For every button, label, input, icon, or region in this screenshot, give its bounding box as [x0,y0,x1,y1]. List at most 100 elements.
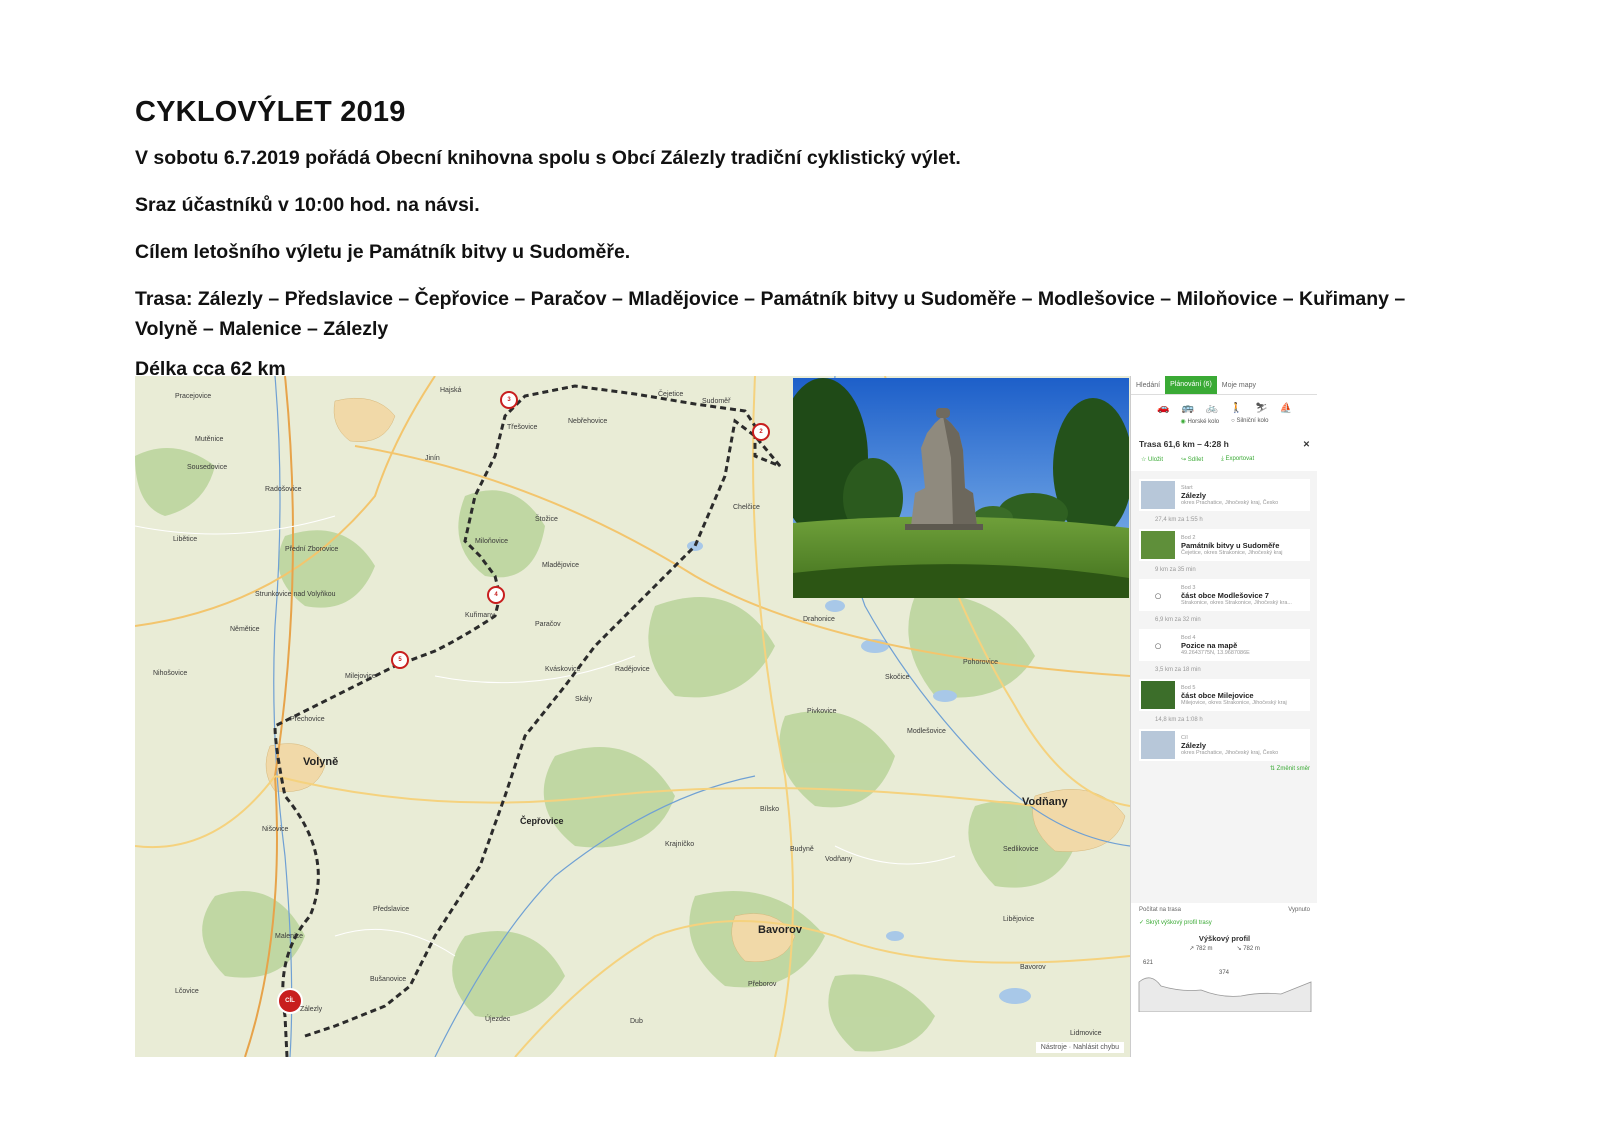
elevation-profile-title: Výškový profil [1198,934,1251,943]
stop-address: 49.2643775N, 13.9687086E [1181,649,1250,656]
route-stop[interactable]: Start Zálezly okres Prachatice, Jihočesk… [1139,479,1310,511]
boat-icon[interactable]: ⛵ [1280,403,1292,414]
stop-name: část obce Milejovice [1181,690,1254,700]
route-options: Počítat na trasa Vypnuto [1131,903,1317,917]
stop-thumbnail [1141,481,1175,509]
stop-name: Zálezly [1181,740,1207,750]
segment-info: 27,4 km za 1:55 h [1155,517,1203,523]
close-icon[interactable]: ✕ [1303,439,1310,450]
stop-address: Strakonice, okres Strakonice, Jihočeský … [1181,599,1292,606]
place-label: Bílsko [760,806,780,813]
route-summary: Trasa 61,6 km – 4:28 h ✕ [1131,433,1317,452]
route-stop[interactable]: ○ Bod 4 Pozice na mapě 49.2643775N, 13.9… [1139,629,1310,661]
stop-thumbnail [1141,681,1175,709]
road-bike-radio[interactable]: ○ Silniční kolo [1231,418,1268,425]
bike-icon[interactable]: 🚲 [1206,403,1218,414]
route-stop[interactable]: Bod 5 část obce Milejovice Milejovice, o… [1139,679,1310,711]
place-label: Libějovice [1003,916,1035,923]
location-pin-icon: ○ [1141,631,1175,659]
place-label: Třešovice [507,424,538,431]
route-stops: Start Zálezly okres Prachatice, Jihočesk… [1131,471,1317,903]
segment-info: 14,8 km za 1:08 h [1155,717,1203,723]
place-label: Pohorovice [963,659,999,666]
place-label: Kuřimany [465,612,495,619]
meeting-paragraph: Sraz účastníků v 10:00 hod. na návsi. [135,194,480,216]
count-toggle[interactable]: Vypnuto [1288,907,1310,913]
route-stop[interactable]: Bod 2 Památník bitvy u Sudoměře Čejetice… [1139,529,1310,561]
place-label: Přechovice [290,716,325,723]
stop-thumbnail [1141,731,1175,759]
place-label: Čejetice [658,391,684,398]
place-label: Budyně [790,846,814,853]
place-label: Lčovice [175,988,199,995]
stop-name: část obce Modlešovice 7 [1181,590,1269,600]
bus-icon[interactable]: 🚌 [1181,403,1193,414]
stop-address: okres Prachatice, Jihočeský kraj, Česko [1181,499,1279,506]
tab-planning[interactable]: Plánování (6) [1165,376,1217,394]
place-label: Milejovice [345,673,376,680]
segment-info: 9 km za 35 min [1155,567,1196,573]
place-label: Nebřehovice [568,418,608,425]
route-stop[interactable]: ○ Bod 3 část obce Modlešovice 7 Strakoni… [1139,579,1310,611]
place-label: Bušanovice [370,976,407,983]
route-stop[interactable]: Cíl Zálezly okres Prachatice, Jihočeský … [1139,729,1310,761]
stop-name: Památník bitvy u Sudoměře [1181,540,1280,550]
monument-photo-image [793,378,1129,598]
route-marker[interactable]: 2 [752,423,770,441]
place-label: Újezdec [485,1016,511,1023]
place-label: Modlešovice [907,728,946,735]
place-label: Krajníčko [665,841,695,848]
place-label: Paračov [535,621,561,628]
document-body: CYKLOVÝLET 2019 V sobotu 6.7.2019 pořádá… [135,96,1455,401]
place-label: Skočice [885,674,910,681]
map-footer: Nástroje · Nahlásit chybu [1035,1042,1124,1053]
segment-info: 3,5 km za 18 min [1155,667,1201,673]
place-label: Přední Zborovice [285,546,339,553]
place-label: Pivkovice [807,708,837,715]
hide-profile-toggle[interactable]: ✓ Skrýt výškový profil trasy [1131,917,1317,928]
stop-address: Čejetice, okres Strakonice, Jihočeský kr… [1181,549,1283,556]
place-label: Vodňany [825,856,853,863]
place-label: Radošovice [265,486,302,493]
stop-thumbnail [1141,531,1175,559]
place-label: Sousedovice [187,464,228,471]
route-title: Trasa 61,6 km – 4:28 h [1139,439,1229,449]
place-label: Bavorov [1020,964,1046,971]
change-direction-button[interactable]: ⇅ Změnit směr [1139,763,1310,774]
bike-type-options: ◉ Horské kolo ○ Silniční kolo [1131,418,1317,433]
monument-photo [793,378,1129,598]
place-label: Předslavice [373,906,410,913]
major-town-label: Volyně [303,756,339,768]
place-label: Libětice [173,536,198,543]
ski-icon[interactable]: ⛷ [1255,403,1268,414]
place-label: Štožice [535,516,558,523]
place-label: Hajská [440,387,462,394]
place-label: Mladějovice [542,562,579,569]
place-label: Nihošovice [153,670,188,677]
place-label: Drahonice [803,616,835,623]
place-label: Sedlikovice [1003,846,1039,853]
route-marker[interactable]: 3 [500,391,518,409]
descent-value: ↘ 782 m [1236,946,1260,952]
walk-icon[interactable]: 🚶 [1230,403,1242,414]
place-label: Němětice [230,626,260,633]
ascent-value: ↗ 782 m [1189,946,1213,952]
export-button[interactable]: ⤓ Exportovat [1221,456,1254,463]
stop-address: okres Prachatice, Jihočeský kraj, Česko [1181,749,1279,756]
tab-my-maps[interactable]: Moje mapy [1217,382,1261,389]
save-button[interactable]: ☆ Uložit [1141,456,1163,463]
tab-search[interactable]: Hledání [1131,382,1165,389]
share-button[interactable]: ↪ Sdílet [1181,456,1203,463]
route-marker[interactable]: 4 [487,586,505,604]
stop-address: Milejovice, okres Strakonice, Jihočeský … [1181,699,1287,706]
route-marker[interactable]: 5 [391,651,409,669]
car-icon[interactable]: 🚗 [1157,403,1169,414]
elevation-values: ↗ 782 m ↘ 782 m [1131,945,1317,952]
mountain-bike-radio[interactable]: ◉ Horské kolo [1181,418,1220,425]
report-error-link[interactable]: Nahlásit chybu [1073,1044,1119,1051]
tools-link[interactable]: Nástroje [1041,1044,1067,1051]
place-label: Kváskovice [545,666,581,673]
profile-max-label: 621 [1143,960,1154,966]
page-title: CYKLOVÝLET 2019 [135,96,406,128]
place-label: Pracejovice [175,393,212,400]
